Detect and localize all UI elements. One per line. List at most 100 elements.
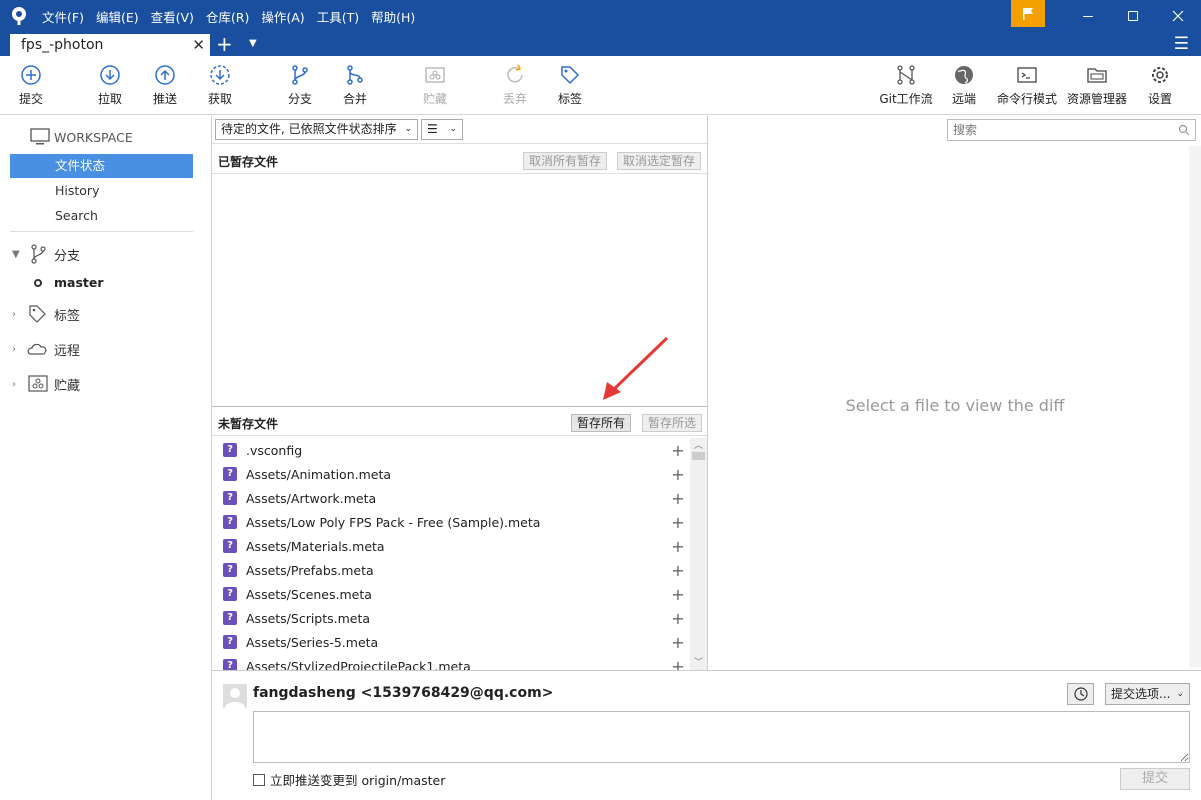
scroll-up-icon[interactable]: ︿	[694, 438, 703, 451]
minimize-button[interactable]	[1065, 0, 1111, 32]
settings-button[interactable]: 设置	[1146, 64, 1174, 107]
stage-file-icon[interactable]: +	[668, 561, 688, 580]
terminal-button[interactable]: 命令行模式	[995, 64, 1059, 107]
file-status-panel: 待定的文件, 已依照文件状态排序 ⌄ ☰ ⌄ 已暂存文件 取消所有暂存 取消选定…	[212, 116, 707, 676]
unstage-selected-button[interactable]: 取消选定暂存	[617, 152, 702, 170]
remote-button[interactable]: 远端	[950, 64, 978, 107]
commit-options-dropdown[interactable]: 提交选项... ⌄	[1105, 683, 1190, 705]
sidebar-group-remotes[interactable]: › 远程	[12, 339, 80, 359]
stage-file-icon[interactable]: +	[668, 585, 688, 604]
stage-file-icon[interactable]: +	[668, 537, 688, 556]
commit-icon	[21, 65, 41, 85]
explorer-button[interactable]: 资源管理器	[1066, 64, 1128, 107]
stage-file-icon[interactable]: +	[668, 609, 688, 628]
stash-icon	[425, 67, 445, 83]
close-window-button[interactable]	[1155, 0, 1201, 32]
stage-all-button[interactable]: 暂存所有	[571, 414, 632, 432]
stage-file-icon[interactable]: +	[668, 513, 688, 532]
fetch-button[interactable]: 获取	[206, 64, 234, 107]
branch-item-master[interactable]: master	[34, 275, 104, 290]
discard-button[interactable]: 丢弃	[501, 64, 529, 107]
scroll-down-icon[interactable]: ﹀	[694, 655, 703, 668]
untracked-status-icon: ?	[223, 611, 237, 625]
chevron-right-icon: ›	[12, 343, 16, 355]
filter-bar: 待定的文件, 已依照文件状态排序 ⌄ ☰ ⌄	[212, 116, 707, 144]
stage-file-icon[interactable]: +	[668, 465, 688, 484]
file-row[interactable]: ? .vsconfig +	[212, 438, 690, 462]
menu-help[interactable]: 帮助(H)	[371, 7, 415, 26]
chevron-down-icon: ⌄	[1176, 689, 1184, 699]
close-tab-icon[interactable]: ✕	[192, 34, 205, 56]
merge-icon	[347, 65, 363, 85]
menu-tools[interactable]: 工具(T)	[317, 7, 359, 26]
tag-icon	[29, 305, 46, 323]
maximize-button[interactable]	[1110, 0, 1156, 32]
push-button[interactable]: 推送	[151, 64, 179, 107]
tab-bar: fps_-photon ✕ + ▼ ☰	[0, 32, 1201, 56]
menu-repository[interactable]: 仓库(R)	[206, 7, 249, 26]
sort-dropdown[interactable]: 待定的文件, 已依照文件状态排序 ⌄	[215, 119, 418, 140]
diff-scrollbar[interactable]	[1189, 146, 1201, 668]
annotation-arrow	[603, 336, 669, 400]
hamburger-menu-icon[interactable]: ☰	[1174, 32, 1189, 56]
branch-button[interactable]: 分支	[286, 64, 314, 107]
file-row[interactable]: ? Assets/Prefabs.meta +	[212, 558, 690, 582]
sidebar-item-search[interactable]: Search	[10, 204, 193, 228]
terminal-icon	[1017, 67, 1037, 83]
push-immediately-checkbox[interactable]: 立即推送变更到 origin/master	[253, 770, 445, 789]
file-row[interactable]: ? Assets/Scripts.meta +	[212, 606, 690, 630]
stage-file-icon[interactable]: +	[668, 633, 688, 652]
tag-button[interactable]: 标签	[556, 64, 584, 107]
flag-button[interactable]	[1011, 0, 1045, 27]
file-name: Assets/Series-5.meta	[246, 634, 379, 650]
file-row[interactable]: ? Assets/Animation.meta +	[212, 462, 690, 486]
avatar	[223, 684, 247, 708]
menu-file[interactable]: 文件(F)	[42, 7, 84, 26]
chevron-down-icon: ⌄	[449, 124, 457, 134]
tab-dropdown-icon[interactable]: ▼	[249, 33, 257, 55]
discard-icon	[507, 64, 523, 83]
sidebar-group-stashes[interactable]: › 贮藏	[12, 374, 80, 394]
commit-button[interactable]: 提交	[17, 64, 45, 107]
checkbox-icon[interactable]	[253, 773, 265, 786]
menu-view[interactable]: 查看(V)	[151, 7, 194, 26]
sidebar-divider	[10, 231, 193, 232]
stage-file-icon[interactable]: +	[668, 441, 688, 460]
cloud-icon	[27, 343, 47, 355]
unstage-all-button[interactable]: 取消所有暂存	[523, 152, 608, 170]
sidebar-group-tags[interactable]: › 标签	[12, 304, 80, 324]
untracked-status-icon: ?	[223, 587, 237, 601]
list-icon: ☰	[427, 122, 438, 136]
file-list-scrollbar[interactable]: ︿ ﹀	[690, 438, 707, 670]
stash-button[interactable]: 贮藏	[421, 64, 449, 107]
view-mode-dropdown[interactable]: ☰ ⌄	[421, 119, 463, 140]
merge-button[interactable]: 合并	[341, 64, 369, 107]
sidebar-item-file-status[interactable]: 文件状态	[10, 154, 193, 178]
commit-history-button[interactable]	[1067, 683, 1094, 705]
pull-button[interactable]: 拉取	[96, 64, 124, 107]
submit-commit-button[interactable]: 提交	[1120, 768, 1190, 790]
staged-title: 已暂存文件	[218, 155, 279, 169]
file-name: .vsconfig	[246, 442, 303, 458]
tab-repository[interactable]: fps_-photon ✕	[10, 34, 210, 56]
untracked-status-icon: ?	[223, 467, 237, 481]
commit-message-input[interactable]	[253, 711, 1190, 763]
new-tab-icon[interactable]: +	[216, 32, 233, 56]
scroll-thumb[interactable]	[692, 452, 705, 460]
untracked-status-icon: ?	[223, 635, 237, 649]
file-row[interactable]: ? Assets/Low Poly FPS Pack - Free (Sample…	[212, 510, 690, 534]
maximize-icon	[1128, 11, 1138, 21]
gitflow-button[interactable]: Git工作流	[876, 64, 936, 107]
file-row[interactable]: ? Assets/Artwork.meta +	[212, 486, 690, 510]
menu-actions[interactable]: 操作(A)	[261, 7, 304, 26]
stage-selected-button[interactable]: 暂存所选	[642, 414, 703, 432]
sidebar-item-history[interactable]: History	[10, 179, 193, 203]
untracked-status-icon: ?	[223, 563, 237, 577]
monitor-icon	[30, 128, 50, 145]
sidebar-group-branches[interactable]: ▼ 分支	[12, 244, 80, 264]
file-row[interactable]: ? Assets/Materials.meta +	[212, 534, 690, 558]
file-row[interactable]: ? Assets/Scenes.meta +	[212, 582, 690, 606]
file-row[interactable]: ? Assets/Series-5.meta +	[212, 630, 690, 654]
stage-file-icon[interactable]: +	[668, 489, 688, 508]
menu-edit[interactable]: 编辑(E)	[96, 7, 139, 26]
